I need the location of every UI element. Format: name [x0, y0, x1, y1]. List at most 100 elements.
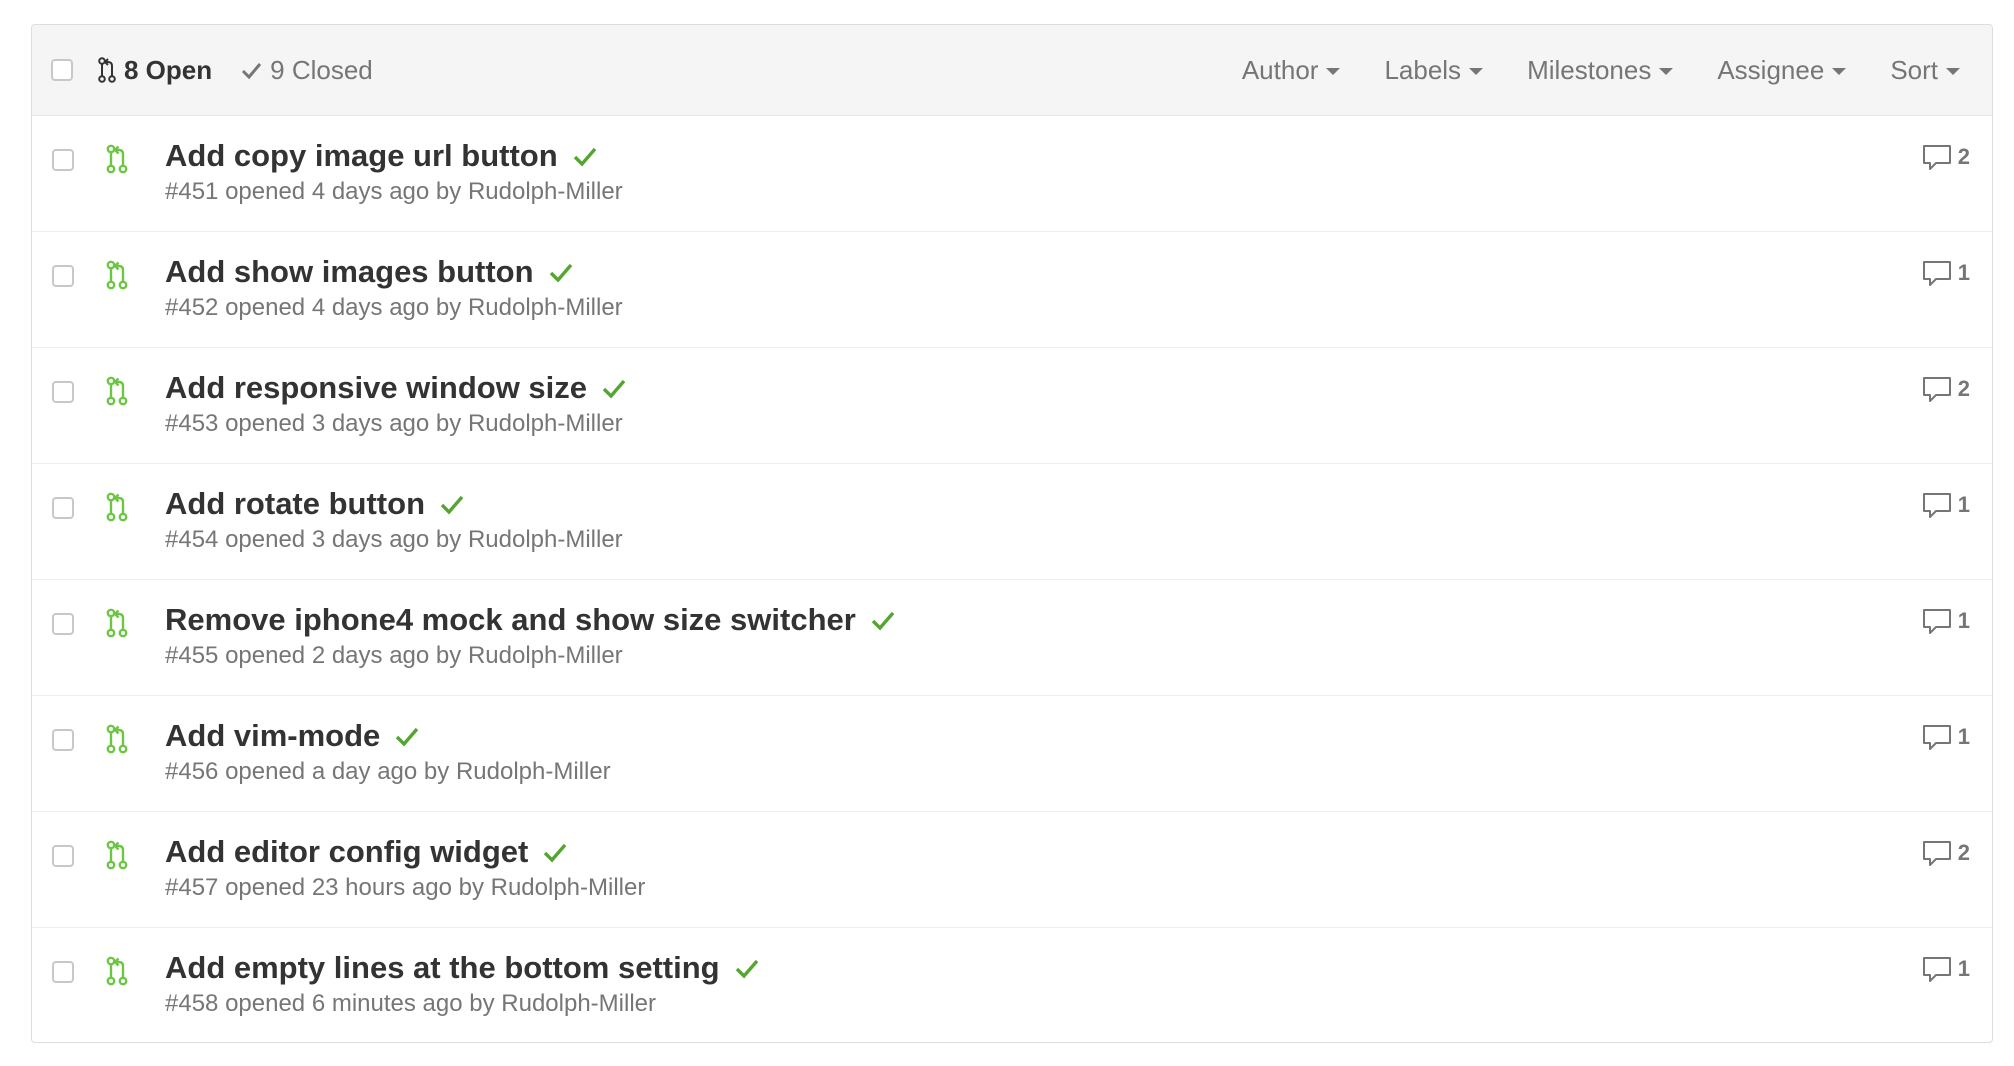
milestones-filter[interactable]: Milestones	[1527, 54, 1674, 86]
closed-count: 9 Closed	[270, 54, 373, 85]
check-icon[interactable]	[439, 493, 465, 515]
author-filter-label: Author	[1241, 54, 1319, 85]
pull-request-title[interactable]: Add vim-mode	[165, 718, 380, 754]
pull-request-title[interactable]: Add copy image url button	[165, 138, 558, 174]
pull-request-meta: #458 opened 6 minutes ago by Rudolph-Mil…	[165, 990, 656, 1018]
comment-icon	[1922, 956, 1952, 984]
pull-request-title-line: Remove iphone4 mock and show size switch…	[165, 602, 896, 638]
comments-link[interactable]: 1	[1922, 492, 1970, 520]
pull-request-number: #456	[165, 758, 219, 785]
closed-filter-link[interactable]: 9 Closed	[240, 55, 373, 86]
pull-request-row: Add copy image url button #451 opened 4 …	[32, 116, 1992, 232]
row-checkbox[interactable]	[52, 845, 74, 867]
open-count: 8 Open	[124, 54, 213, 85]
row-checkbox[interactable]	[52, 265, 74, 287]
comments-link[interactable]: 1	[1922, 608, 1970, 636]
check-icon[interactable]	[870, 609, 896, 631]
state-filter: 8 Open 9 Closed	[98, 25, 373, 115]
comment-count: 2	[1957, 376, 1970, 401]
pull-request-row: Add editor config widget #457 opened 23 …	[32, 812, 1992, 928]
pull-request-author-link[interactable]: Rudolph-Miller	[468, 410, 623, 437]
git-pull-request-icon	[106, 608, 128, 643]
pull-request-author-link[interactable]: Rudolph-Miller	[468, 526, 623, 553]
check-icon[interactable]	[572, 145, 598, 167]
git-pull-request-icon	[106, 144, 128, 179]
pull-request-opened-text: opened 3 days ago by	[225, 526, 462, 553]
git-pull-request-icon	[106, 956, 128, 991]
check-icon[interactable]	[601, 377, 627, 399]
pull-request-title-line: Add editor config widget	[165, 834, 568, 870]
pull-request-number: #451	[165, 178, 219, 205]
pull-request-author-link[interactable]: Rudolph-Miller	[468, 294, 623, 321]
check-icon[interactable]	[734, 957, 760, 979]
caret-down-icon	[1832, 67, 1847, 75]
caret-down-icon	[1659, 67, 1674, 75]
pull-request-title[interactable]: Add empty lines at the bottom setting	[165, 950, 720, 986]
pull-request-title[interactable]: Add rotate button	[165, 486, 425, 522]
row-checkbox[interactable]	[52, 381, 74, 403]
comments-link[interactable]: 1	[1922, 724, 1970, 752]
check-icon[interactable]	[542, 841, 568, 863]
pull-request-meta: #451 opened 4 days ago by Rudolph-Miller	[165, 178, 623, 206]
pull-request-title-line: Add empty lines at the bottom setting	[165, 950, 760, 986]
pull-request-title-line: Add rotate button	[165, 486, 465, 522]
comment-count: 1	[1957, 492, 1970, 517]
sort-filter[interactable]: Sort	[1890, 55, 1960, 86]
assignee-filter-label: Assignee	[1717, 54, 1825, 85]
check-icon[interactable]	[394, 725, 420, 747]
pull-request-title-line: Add responsive window size	[165, 370, 627, 406]
row-checkbox[interactable]	[52, 497, 74, 519]
pull-request-title[interactable]: Add show images button	[165, 254, 534, 290]
comment-icon	[1922, 608, 1952, 636]
comments-link[interactable]: 2	[1922, 840, 1970, 868]
pull-request-number: #452	[165, 294, 219, 321]
pull-request-opened-text: opened a day ago by	[225, 758, 450, 785]
git-pull-request-icon	[106, 376, 128, 411]
git-pull-request-icon	[106, 492, 128, 527]
git-pull-request-icon	[98, 57, 116, 83]
comments-link[interactable]: 1	[1922, 260, 1970, 288]
comments-link[interactable]: 2	[1922, 376, 1970, 404]
comment-icon	[1922, 724, 1952, 752]
list-header: 8 Open 9 Closed Author Labels Milestones…	[32, 25, 1992, 116]
comments-link[interactable]: 2	[1922, 144, 1970, 172]
pull-request-meta: #457 opened 23 hours ago by Rudolph-Mill…	[165, 874, 645, 902]
assignee-filter[interactable]: Assignee	[1717, 54, 1847, 86]
pull-request-row: Remove iphone4 mock and show size switch…	[32, 580, 1992, 696]
comment-count: 2	[1957, 840, 1970, 865]
check-icon[interactable]	[548, 261, 574, 283]
pull-request-number: #458	[165, 990, 219, 1017]
comment-icon	[1922, 840, 1952, 868]
comments-link[interactable]: 1	[1922, 956, 1970, 984]
pull-request-author-link[interactable]: Rudolph-Miller	[468, 642, 623, 669]
comment-icon	[1922, 376, 1952, 404]
pull-request-title[interactable]: Add editor config widget	[165, 834, 528, 870]
comment-count: 1	[1957, 608, 1970, 633]
milestones-filter-label: Milestones	[1527, 54, 1652, 85]
filter-bar: Author Labels Milestones Assignee Sort	[1198, 25, 1960, 115]
pull-request-author-link[interactable]: Rudolph-Miller	[456, 758, 611, 785]
pull-request-author-link[interactable]: Rudolph-Miller	[491, 874, 646, 901]
pull-request-author-link[interactable]: Rudolph-Miller	[468, 178, 623, 205]
pull-request-meta: #454 opened 3 days ago by Rudolph-Miller	[165, 526, 623, 554]
comment-count: 2	[1957, 144, 1970, 169]
pull-request-title[interactable]: Remove iphone4 mock and show size switch…	[165, 602, 856, 638]
row-checkbox[interactable]	[52, 729, 74, 751]
open-filter-link[interactable]: 8 Open	[98, 55, 212, 86]
pull-request-meta: #456 opened a day ago by Rudolph-Miller	[165, 758, 611, 786]
row-checkbox[interactable]	[52, 961, 74, 983]
labels-filter-label: Labels	[1384, 54, 1462, 85]
pull-request-title-line: Add copy image url button	[165, 138, 598, 174]
pull-request-author-link[interactable]: Rudolph-Miller	[501, 990, 656, 1017]
author-filter[interactable]: Author	[1242, 55, 1341, 86]
pull-request-opened-text: opened 4 days ago by	[225, 178, 462, 205]
pull-request-row: Add vim-mode #456 opened a day ago by Ru…	[32, 696, 1992, 812]
row-checkbox[interactable]	[52, 613, 74, 635]
pull-request-title[interactable]: Add responsive window size	[165, 370, 587, 406]
pull-request-number: #455	[165, 642, 219, 669]
labels-filter[interactable]: Labels	[1384, 54, 1484, 86]
caret-down-icon	[1469, 67, 1484, 75]
row-checkbox[interactable]	[52, 149, 74, 171]
check-icon	[240, 59, 262, 81]
select-all-checkbox[interactable]	[51, 59, 73, 81]
